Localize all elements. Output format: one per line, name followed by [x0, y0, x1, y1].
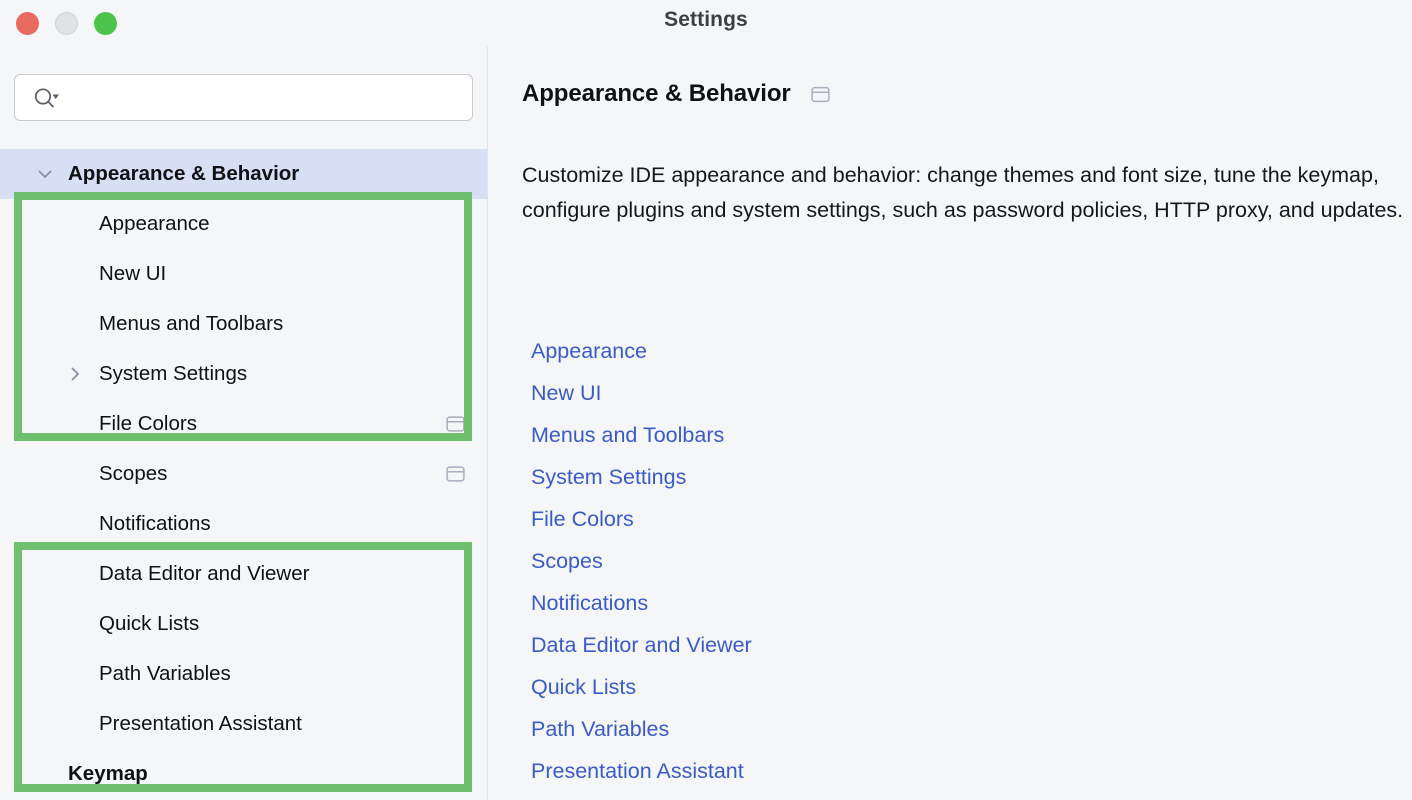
search-field-wrapper: [14, 74, 473, 121]
settings-sidebar: Appearance & Behavior Appearance New UI Men…: [0, 46, 488, 800]
page-description: Customize IDE appearance and behavior: c…: [522, 163, 1404, 222]
sidebar-item-menus-and-toolbars[interactable]: Menus and Toolbars: [0, 299, 487, 349]
page-title: Appearance & Behavior: [522, 80, 791, 107]
sidebar-item-scopes[interactable]: Scopes: [0, 449, 487, 499]
page-link-appearance[interactable]: Appearance: [531, 330, 647, 372]
search-icon: [33, 87, 61, 109]
sidebar-item-label: Path Variables: [99, 662, 231, 685]
window-title: Settings: [664, 8, 748, 31]
sidebar-item-label: Scopes: [99, 462, 168, 485]
search-input[interactable]: [69, 87, 472, 108]
sidebar-item-data-editor-and-viewer[interactable]: Data Editor and Viewer: [0, 549, 487, 599]
chevron-right-icon[interactable]: [64, 363, 86, 385]
sidebar-item-label: Notifications: [99, 512, 211, 535]
sidebar-item-label: Presentation Assistant: [99, 712, 302, 735]
sidebar-item-presentation-assistant[interactable]: Presentation Assistant: [0, 699, 487, 749]
window-panel-icon: [811, 86, 830, 103]
sidebar-item-label: Menus and Toolbars: [99, 312, 284, 335]
sidebar-item-appearance-behavior[interactable]: Appearance & Behavior: [0, 149, 487, 199]
sidebar-item-label: System Settings: [99, 362, 248, 385]
settings-main-panel: Appearance & Behavior Customize IDE appe…: [489, 46, 1412, 800]
chevron-down-icon[interactable]: [34, 163, 56, 185]
sidebar-item-label: New UI: [99, 262, 167, 285]
sidebar-item-new-ui[interactable]: New UI: [0, 249, 487, 299]
page-link-file-colors[interactable]: File Colors: [531, 498, 634, 540]
sidebar-item-label: Quick Lists: [99, 612, 200, 635]
sidebar-item-label: Keymap: [68, 762, 148, 785]
page-link-menus-and-toolbars[interactable]: Menus and Toolbars: [531, 414, 724, 456]
sidebar-item-path-variables[interactable]: Path Variables: [0, 649, 487, 699]
page-link-list: Appearance New UI Menus and Toolbars System…: [531, 330, 752, 792]
sidebar-item-appearance[interactable]: Appearance: [0, 199, 487, 249]
page-link-scopes[interactable]: Scopes: [531, 540, 603, 582]
window-panel-icon: [446, 466, 465, 483]
page-link-data-editor-and-viewer[interactable]: Data Editor and Viewer: [531, 624, 752, 666]
sidebar-item-quick-lists[interactable]: Quick Lists: [0, 599, 487, 649]
sidebar-item-label: Appearance: [99, 212, 210, 235]
sidebar-item-label: Data Editor and Viewer: [99, 562, 310, 585]
window-panel-icon: [446, 416, 465, 433]
page-link-system-settings[interactable]: System Settings: [531, 456, 686, 498]
search-box[interactable]: [14, 74, 473, 121]
sidebar-item-file-colors[interactable]: File Colors: [0, 399, 487, 449]
title-bar: Settings: [0, 0, 1412, 46]
sidebar-item-system-settings[interactable]: System Settings: [0, 349, 487, 399]
page-header: Appearance & Behavior: [522, 80, 830, 108]
sidebar-item-notifications[interactable]: Notifications: [0, 499, 487, 549]
page-link-path-variables[interactable]: Path Variables: [531, 708, 669, 750]
sidebar-item-label: File Colors: [99, 412, 197, 435]
page-link-notifications[interactable]: Notifications: [531, 582, 648, 624]
page-link-new-ui[interactable]: New UI: [531, 372, 601, 414]
page-link-presentation-assistant[interactable]: Presentation Assistant: [531, 750, 744, 792]
sidebar-item-label: Appearance & Behavior: [68, 162, 300, 185]
settings-tree: Appearance & Behavior Appearance New UI Men…: [0, 149, 487, 799]
page-link-quick-lists[interactable]: Quick Lists: [531, 666, 636, 708]
sidebar-item-keymap[interactable]: Keymap: [0, 749, 487, 799]
settings-window: Settings Appearance & Behavior Appearanc…: [0, 0, 1412, 800]
